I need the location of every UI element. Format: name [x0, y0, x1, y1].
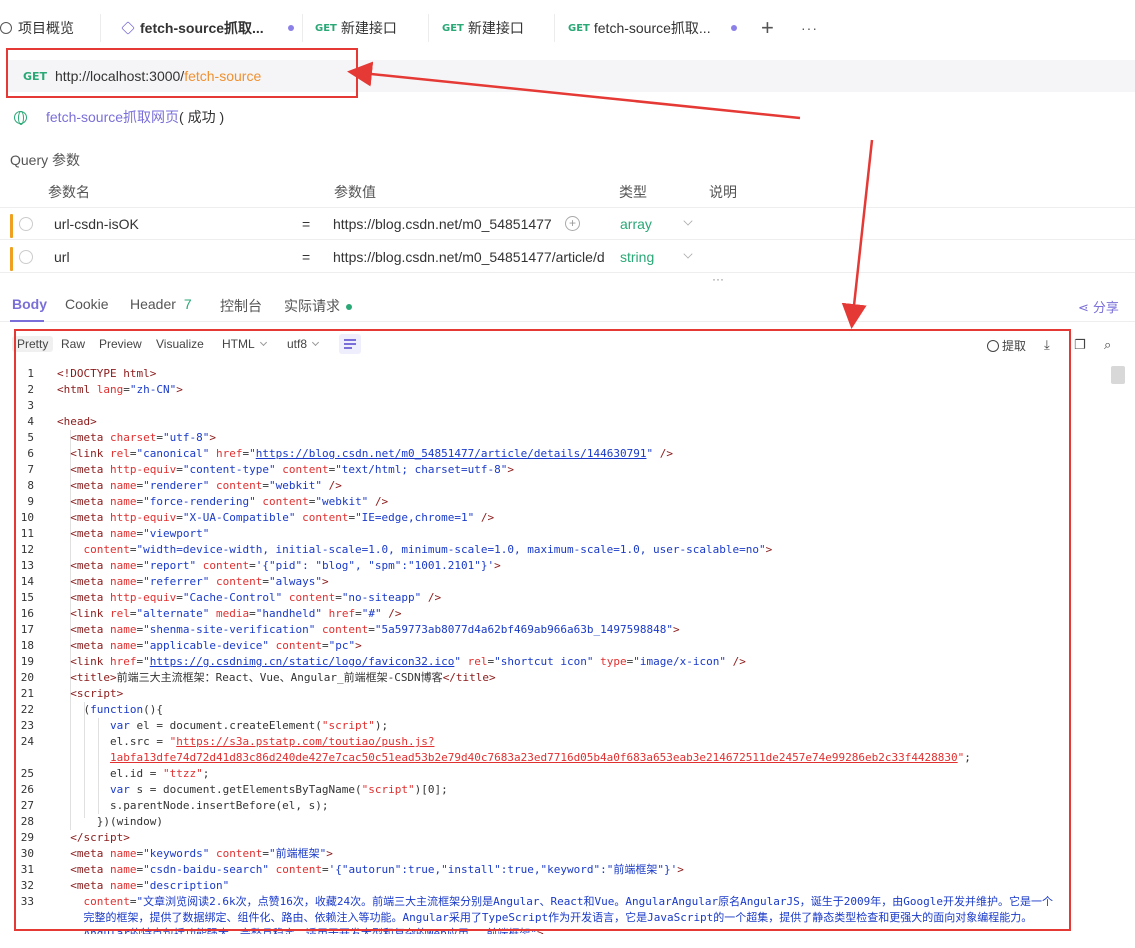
annotation-arrows	[347, 61, 874, 329]
